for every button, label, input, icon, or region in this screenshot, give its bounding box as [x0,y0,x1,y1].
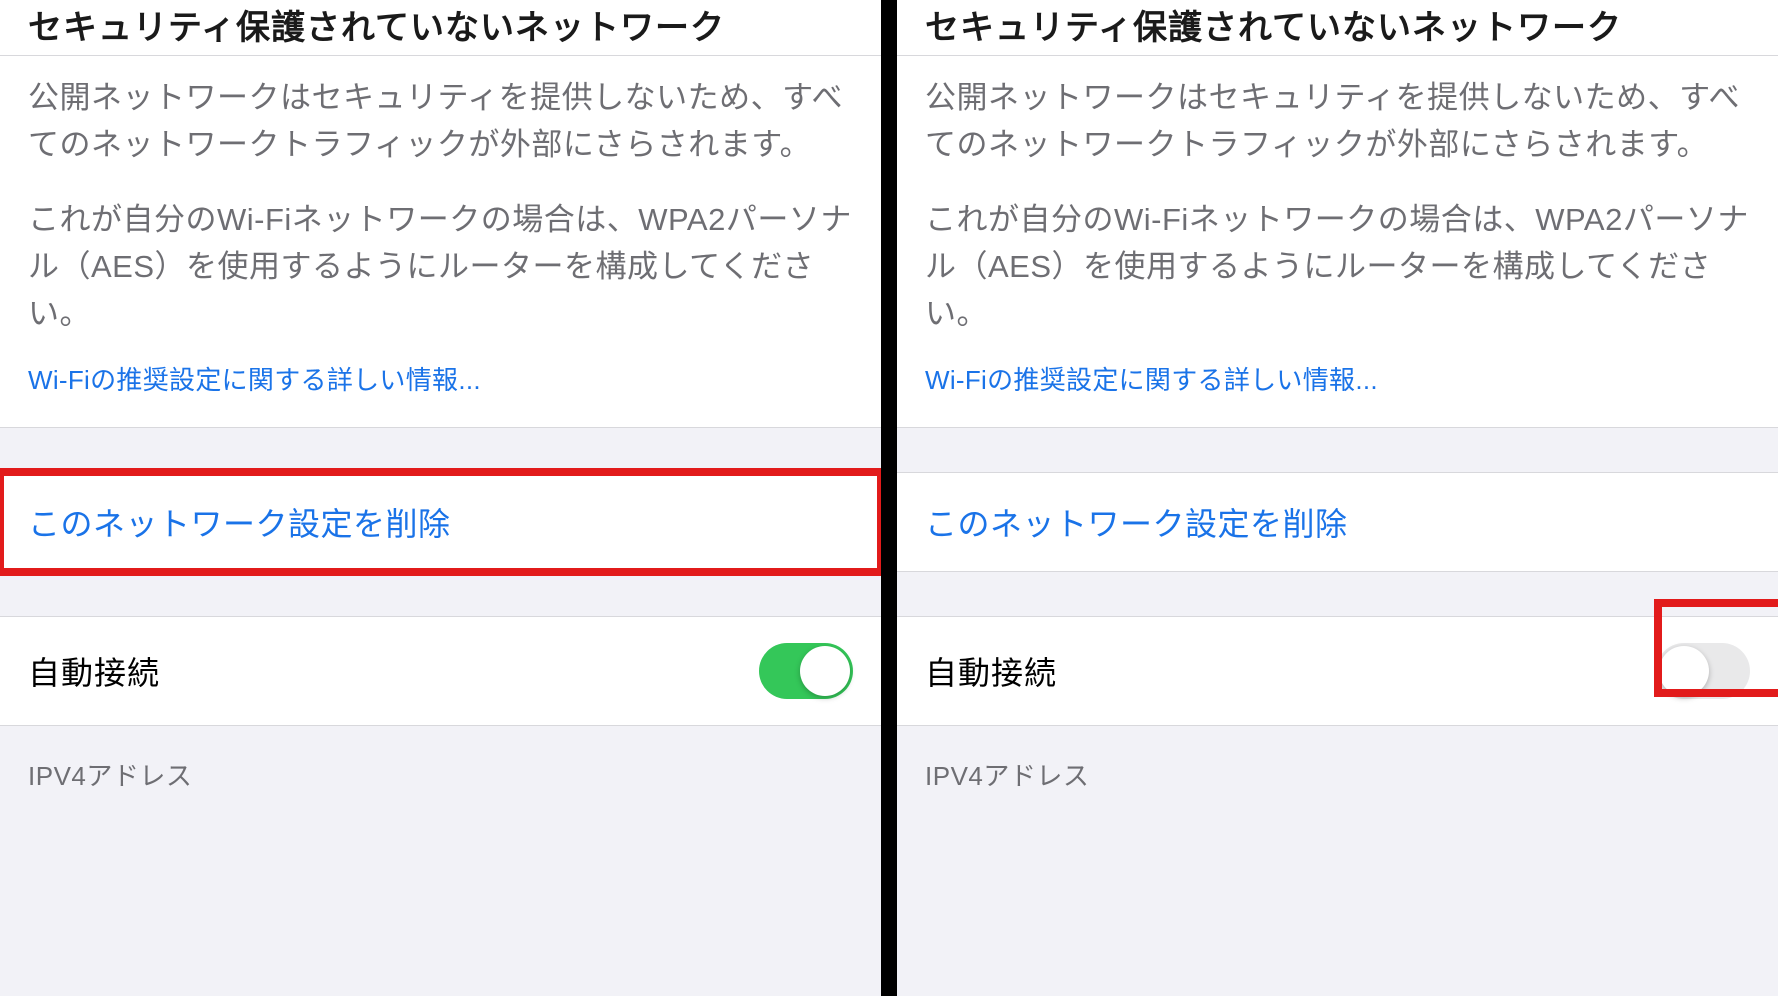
security-info-text: 公開ネットワークはセキュリティを提供しないため、すべてのネットワークトラフィック… [28,74,853,338]
forget-network-label: このネットワーク設定を削除 [28,499,451,545]
page-title-partial: セキュリティ保護されていないネットワーク [0,0,881,56]
toggle-knob [1659,646,1709,696]
info-paragraph-1: 公開ネットワークはセキュリティを提供しないため、すべてのネットワークトラフィック… [28,74,853,168]
auto-join-toggle[interactable] [1656,643,1750,699]
ipv4-section-header: IPV4アドレス [0,726,881,793]
security-info-text: 公開ネットワークはセキュリティを提供しないため、すべてのネットワークトラフィック… [925,74,1750,338]
section-gap [0,428,881,472]
ipv4-section-header: IPV4アドレス [897,726,1778,793]
auto-join-cell[interactable]: 自動接続 [897,616,1778,726]
side-by-side-container: セキュリティ保護されていないネットワーク 公開ネットワークはセキュリティを提供し… [0,0,1778,996]
forget-network-highlight-wrap: このネットワーク設定を削除 [0,472,881,572]
forget-network-cell[interactable]: このネットワーク設定を削除 [897,472,1778,572]
auto-join-label: 自動接続 [28,648,160,694]
info-paragraph-1: 公開ネットワークはセキュリティを提供しないため、すべてのネットワークトラフィック… [925,74,1750,168]
info-paragraph-2: これが自分のWi-Fiネットワークの場合は、WPA2パーソナル（AES）を使用す… [28,196,853,337]
panel-right: セキュリティ保護されていないネットワーク 公開ネットワークはセキュリティを提供し… [897,0,1778,996]
section-gap [897,428,1778,472]
forget-network-label: このネットワーク設定を削除 [925,499,1348,545]
section-gap [0,572,881,616]
auto-join-label: 自動接続 [925,648,1057,694]
section-gap [897,572,1778,616]
info-paragraph-2: これが自分のWi-Fiネットワークの場合は、WPA2パーソナル（AES）を使用す… [925,196,1750,337]
panel-divider [881,0,897,996]
toggle-knob [800,646,850,696]
wifi-recommended-settings-link[interactable]: Wi-Fiの推奨設定に関する詳しい情報... [925,365,1378,395]
forget-network-cell[interactable]: このネットワーク設定を削除 [0,472,881,572]
auto-join-toggle[interactable] [759,643,853,699]
wifi-recommended-settings-link[interactable]: Wi-Fiの推奨設定に関する詳しい情報... [28,365,481,395]
page-title-partial: セキュリティ保護されていないネットワーク [897,0,1778,56]
panel-left: セキュリティ保護されていないネットワーク 公開ネットワークはセキュリティを提供し… [0,0,881,996]
auto-join-cell[interactable]: 自動接続 [0,616,881,726]
security-info-section: 公開ネットワークはセキュリティを提供しないため、すべてのネットワークトラフィック… [0,56,881,428]
security-info-section: 公開ネットワークはセキュリティを提供しないため、すべてのネットワークトラフィック… [897,56,1778,428]
